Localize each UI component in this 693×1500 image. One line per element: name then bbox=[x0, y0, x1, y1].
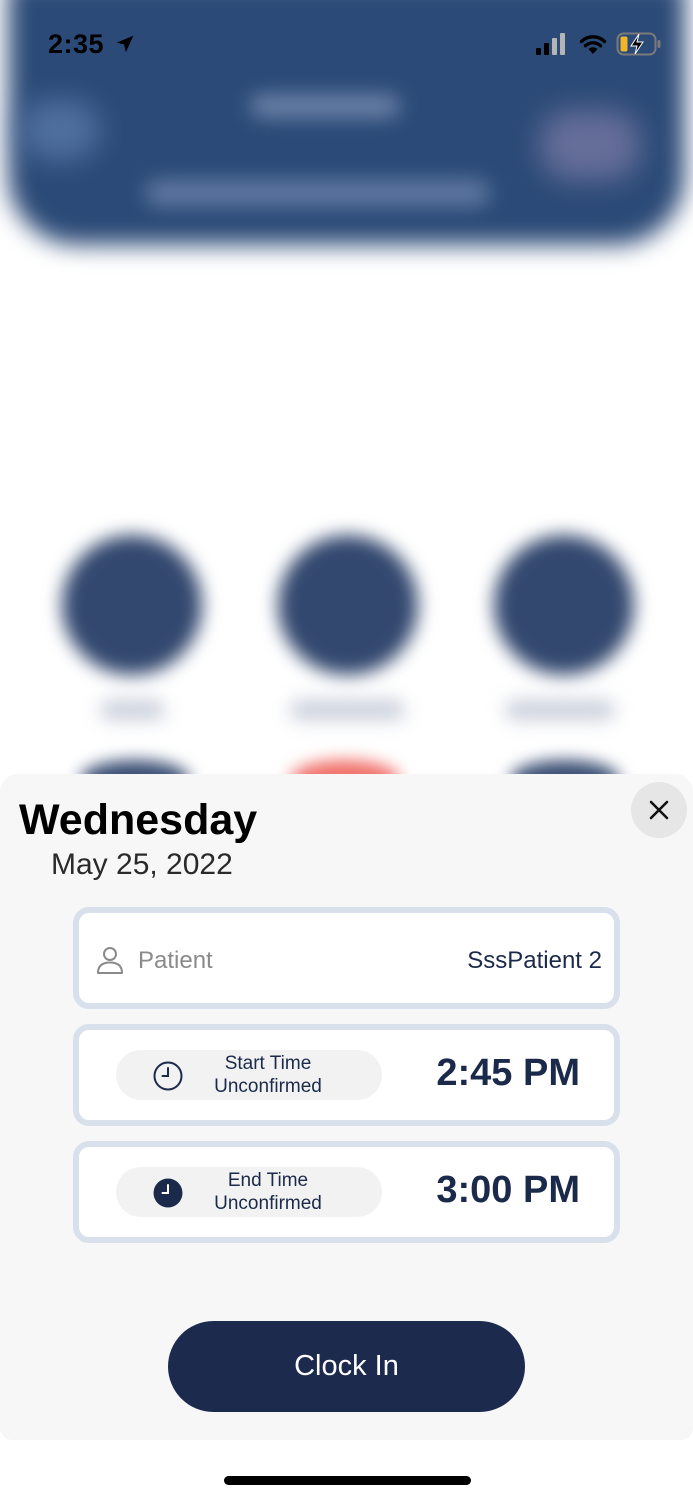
close-icon bbox=[649, 800, 669, 820]
shift-detail-sheet: Wednesday May 25, 2022 Patient SssPatien… bbox=[0, 774, 693, 1440]
start-time-status-pill: Start Time Unconfirmed bbox=[116, 1050, 382, 1100]
clock-outline-icon bbox=[153, 1061, 183, 1091]
blurred-shape bbox=[145, 180, 490, 206]
end-time-confirmation: Unconfirmed bbox=[214, 1193, 322, 1214]
blurred-circle bbox=[62, 535, 202, 675]
blurred-shape bbox=[540, 110, 640, 180]
patient-card[interactable]: Patient SssPatient 2 bbox=[73, 907, 620, 1009]
date-subtitle: May 25, 2022 bbox=[51, 848, 233, 881]
blurred-shape bbox=[20, 100, 100, 160]
start-time-value: 2:45 PM bbox=[436, 1052, 580, 1094]
patient-label: Patient bbox=[138, 947, 213, 974]
clock-in-button[interactable]: Clock In bbox=[168, 1321, 525, 1412]
blurred-label bbox=[505, 700, 615, 720]
location-arrow-icon bbox=[116, 35, 134, 53]
home-indicator[interactable] bbox=[224, 1476, 471, 1485]
day-title: Wednesday bbox=[19, 796, 258, 844]
blurred-label bbox=[100, 700, 165, 720]
start-time-status-text: Start Time Unconfirmed bbox=[188, 1052, 348, 1098]
blurred-circle bbox=[494, 535, 634, 675]
end-time-status-text: End Time Unconfirmed bbox=[188, 1169, 348, 1215]
end-time-label: End Time bbox=[227, 1170, 309, 1191]
close-button[interactable] bbox=[631, 782, 687, 838]
start-time-label: Start Time bbox=[224, 1053, 312, 1074]
blurred-label bbox=[290, 700, 405, 720]
cellular-signal-icon bbox=[536, 33, 565, 55]
end-time-status-pill: End Time Unconfirmed bbox=[116, 1167, 382, 1217]
battery-charging-icon bbox=[616, 32, 661, 56]
start-time-card[interactable]: Start Time Unconfirmed 2:45 PM bbox=[73, 1024, 620, 1126]
blurred-circle bbox=[278, 535, 418, 675]
person-icon bbox=[97, 947, 123, 974]
end-time-card[interactable]: End Time Unconfirmed 3:00 PM bbox=[73, 1141, 620, 1243]
patient-value: SssPatient 2 bbox=[467, 947, 602, 974]
blurred-shape bbox=[250, 95, 400, 117]
blurred-background bbox=[0, 0, 693, 780]
wifi-icon bbox=[579, 35, 607, 54]
end-time-value: 3:00 PM bbox=[436, 1169, 580, 1211]
status-time: 2:35 bbox=[48, 29, 105, 59]
start-time-confirmation: Unconfirmed bbox=[214, 1076, 322, 1097]
status-bar: 2:35 bbox=[0, 0, 693, 90]
clock-filled-icon bbox=[153, 1178, 183, 1208]
